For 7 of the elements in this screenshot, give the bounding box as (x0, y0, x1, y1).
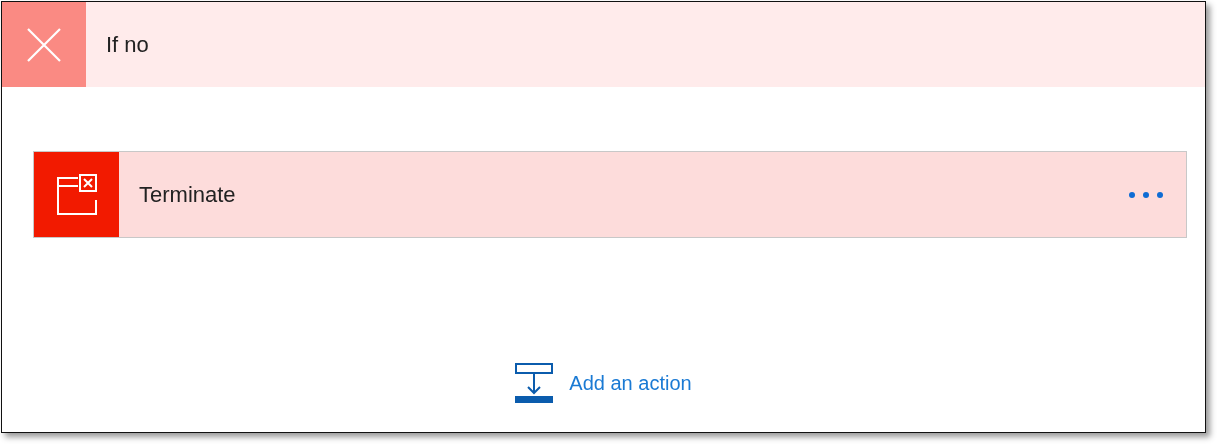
add-action-icon (515, 363, 554, 403)
branch-title: If no (105, 31, 149, 59)
add-action-link[interactable]: Add an action (569, 368, 692, 398)
action-title: Terminate (138, 181, 237, 209)
terminate-icon (34, 152, 119, 237)
more-icon (1128, 190, 1164, 199)
action-card[interactable]: Terminate (33, 151, 1187, 238)
